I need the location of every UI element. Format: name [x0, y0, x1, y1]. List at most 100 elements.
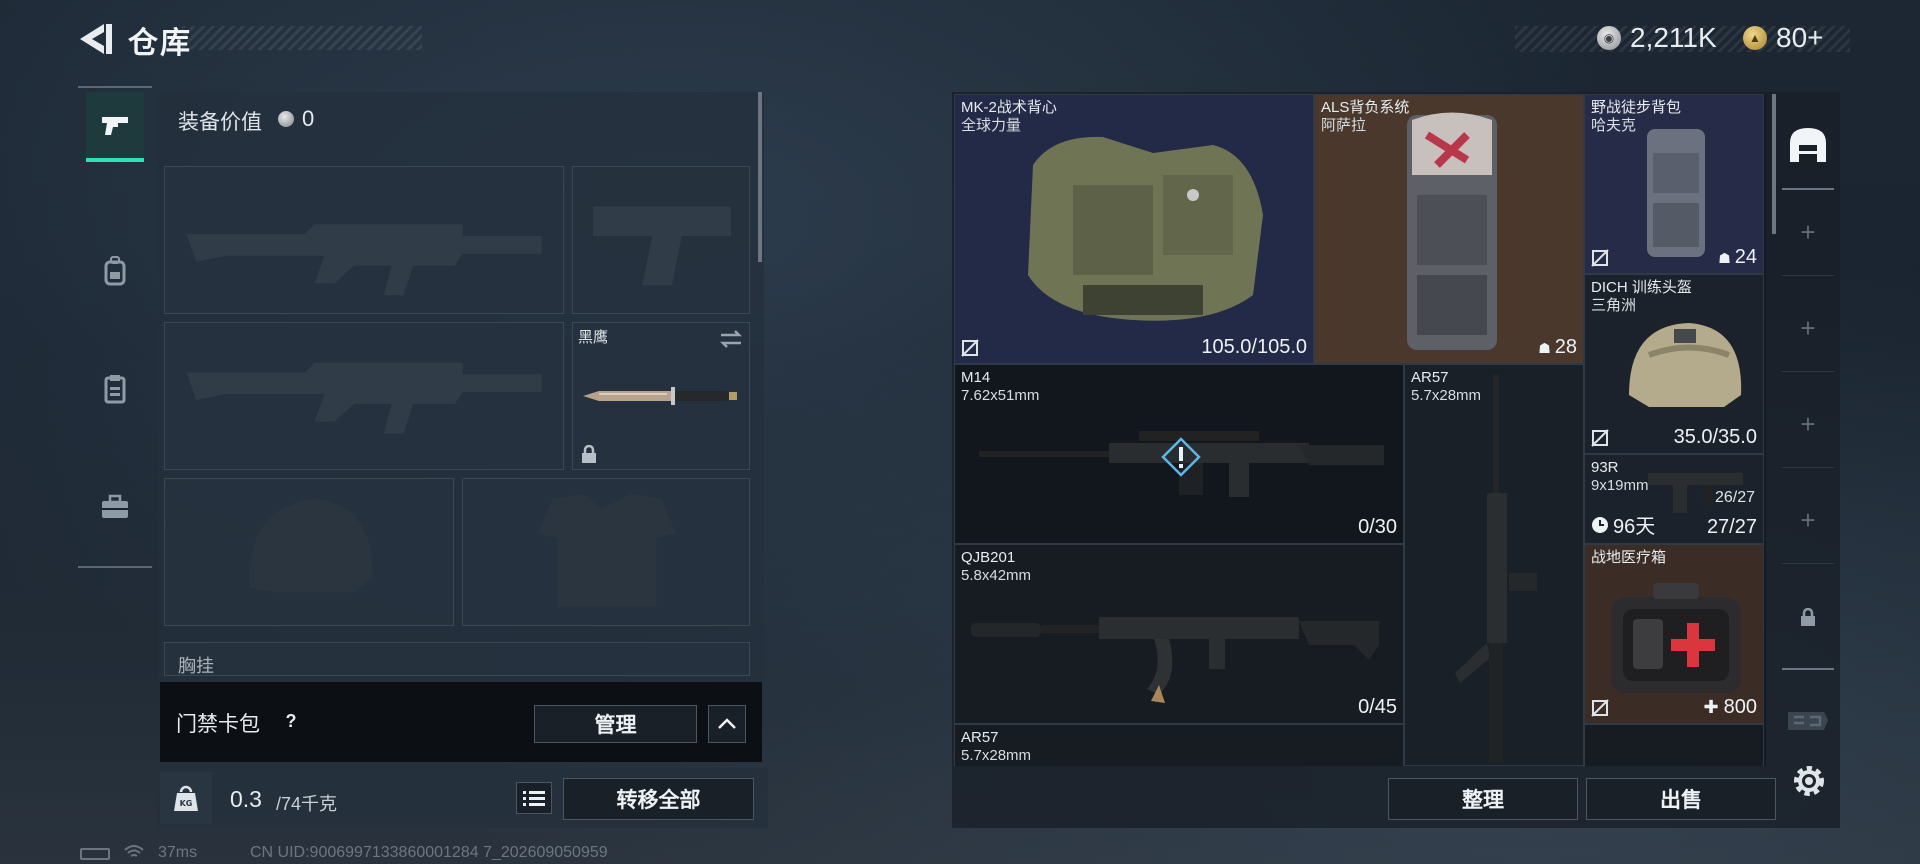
sort-button[interactable]: 整理: [1388, 778, 1578, 820]
melee-name: 黑鹰: [578, 329, 609, 346]
ping-value: 37ms: [158, 844, 198, 861]
weight-kg-icon: KG: [160, 772, 212, 824]
help-icon[interactable]: ?: [278, 708, 304, 734]
chest-rig-label: 胸挂: [178, 656, 214, 676]
toolbox-icon: [102, 494, 128, 518]
loadout-scrollbar[interactable]: [758, 92, 762, 262]
tab-weapons[interactable]: [86, 92, 144, 162]
back-arrow-icon[interactable]: [78, 20, 114, 58]
swap-icon[interactable]: [719, 329, 743, 349]
item-name: AR57: [961, 729, 999, 746]
lock-icon: [582, 445, 596, 463]
rifle-image: [1455, 375, 1537, 763]
item-brand: 全球力量: [961, 117, 1022, 134]
item-name: MK-2战术背心: [961, 99, 1057, 116]
stash-item-medkit[interactable]: 战地医疗箱 ✚ 800: [1584, 544, 1764, 724]
pistol-icon: [102, 117, 128, 135]
item-name: 战地医疗箱: [1591, 549, 1667, 566]
item-ammo: 27/27: [1706, 516, 1757, 538]
item-capacity: ☗ 28: [1538, 336, 1577, 358]
tab-backpack[interactable]: [86, 236, 144, 306]
list-view-button[interactable]: [516, 782, 552, 814]
item-name: 93R: [1591, 459, 1619, 476]
silver-currency-value: 2,211K: [1630, 22, 1717, 53]
stash-scrollbar[interactable]: [1772, 94, 1776, 234]
item-caliber: 7.62x51mm: [961, 387, 1040, 404]
pistol-slot[interactable]: [572, 166, 750, 314]
rifle-image: [971, 617, 1379, 703]
no-insure-icon: [1591, 699, 1609, 717]
uid-text: CN UID:9006997133860001284 7_20260905095…: [250, 844, 608, 861]
weight-current: 0.3: [230, 786, 262, 812]
primary-weapon-slot[interactable]: [164, 166, 564, 314]
rifle-silhouette-icon: [186, 224, 542, 296]
sell-button[interactable]: 出售: [1586, 778, 1776, 820]
add-stash-tab-button[interactable]: +: [1782, 478, 1834, 564]
backpack-icon: [104, 256, 126, 286]
transfer-all-button[interactable]: 转移全部: [563, 778, 754, 820]
armor-slot[interactable]: [462, 478, 750, 626]
stash-item-93r[interactable]: 93R 9x19mm 26/27 96天 27/27: [1584, 454, 1764, 544]
settings-gear-icon[interactable]: [1790, 762, 1828, 800]
medkit-image: [1611, 583, 1741, 693]
item-ammo: 0/45: [1358, 696, 1397, 718]
locked-stash-tab[interactable]: [1782, 574, 1834, 660]
silver-coin-icon: [278, 111, 294, 127]
add-stash-tab-button[interactable]: +: [1782, 382, 1834, 468]
stash-tab-main[interactable]: [1780, 100, 1836, 190]
manage-button[interactable]: 管理: [534, 705, 697, 743]
stash-item-m14[interactable]: M14 7.62x51mm 0/30: [954, 364, 1404, 544]
warning-icon[interactable]: [1161, 437, 1201, 477]
equip-value-label: 装备价值: [178, 111, 262, 134]
armor-silhouette-icon: [537, 493, 677, 608]
item-name: DICH 训练头盔: [1591, 279, 1692, 296]
backpack-image: [1647, 129, 1705, 257]
helmet-slot[interactable]: [164, 478, 454, 626]
item-name: QJB201: [961, 549, 1016, 566]
pistol-silhouette-icon: [592, 206, 732, 286]
rifle-silhouette-icon: [186, 362, 542, 434]
battery-icon: [80, 848, 110, 860]
access-card-label: 门禁卡包: [176, 713, 260, 736]
stash-item-qjb201[interactable]: QJB201 5.8x42mm 0/45: [954, 544, 1404, 724]
equip-value: 0: [302, 106, 315, 131]
item-ammo: 0/30: [1358, 516, 1397, 538]
wifi-icon: [124, 845, 144, 857]
stash-item-als-backpack[interactable]: ALS背负系统 阿萨拉 ☗ 28: [1314, 94, 1584, 364]
silver-coin-icon: ◉: [1597, 26, 1621, 50]
brand-logo-icon: [1788, 712, 1828, 730]
gold-currency-value[interactable]: 80+: [1776, 22, 1824, 54]
clipboard-icon: [104, 375, 126, 404]
svg-text:KG: KG: [180, 799, 193, 808]
tab-case[interactable]: [86, 472, 144, 542]
no-insure-icon: [961, 339, 979, 357]
chest-rig-slot[interactable]: [164, 642, 750, 676]
item-caliber: 5.8x42mm: [961, 567, 1032, 584]
item-heal-points: ✚ 800: [1703, 696, 1757, 718]
item-durability: 105.0/105.0: [1201, 336, 1307, 358]
secondary-weapon-slot[interactable]: [164, 322, 564, 470]
item-brand: 三角洲: [1591, 297, 1637, 314]
no-insure-icon: [1591, 249, 1609, 267]
add-stash-tab-button[interactable]: +: [1782, 286, 1834, 372]
rail-divider-bottom: [78, 566, 152, 568]
collapse-button[interactable]: [708, 705, 746, 743]
stash-item-vest[interactable]: MK-2战术背心 全球力量 105.0/105.0: [954, 94, 1314, 364]
stash-item-ar57[interactable]: AR57 5.7x28mm: [1404, 364, 1584, 766]
clock-icon: [1592, 516, 1608, 533]
stash-item-ar57-2[interactable]: AR57 5.7x28mm: [954, 724, 1404, 766]
tab-vest[interactable]: [86, 354, 144, 424]
stash-empty-cell[interactable]: [1584, 724, 1764, 766]
item-ammo-secondary: 26/27: [1714, 489, 1755, 506]
stash-item-field-pack[interactable]: 野战徒步背包 哈夫克 ☗ 24: [1584, 94, 1764, 274]
item-brand: 阿萨拉: [1321, 117, 1367, 134]
vest-image: [1028, 136, 1263, 321]
helmet-silhouette-icon: [249, 498, 374, 593]
stash-item-helmet[interactable]: DICH 训练头盔 三角洲 35.0/35.0: [1584, 274, 1764, 454]
add-stash-tab-button[interactable]: +: [1782, 190, 1834, 276]
warehouse-icon: [1790, 128, 1826, 162]
item-name: M14: [961, 369, 991, 386]
item-name: 野战徒步背包: [1591, 99, 1682, 116]
item-capacity: ☗ 24: [1718, 246, 1757, 268]
item-caliber: 5.7x28mm: [1411, 387, 1482, 404]
